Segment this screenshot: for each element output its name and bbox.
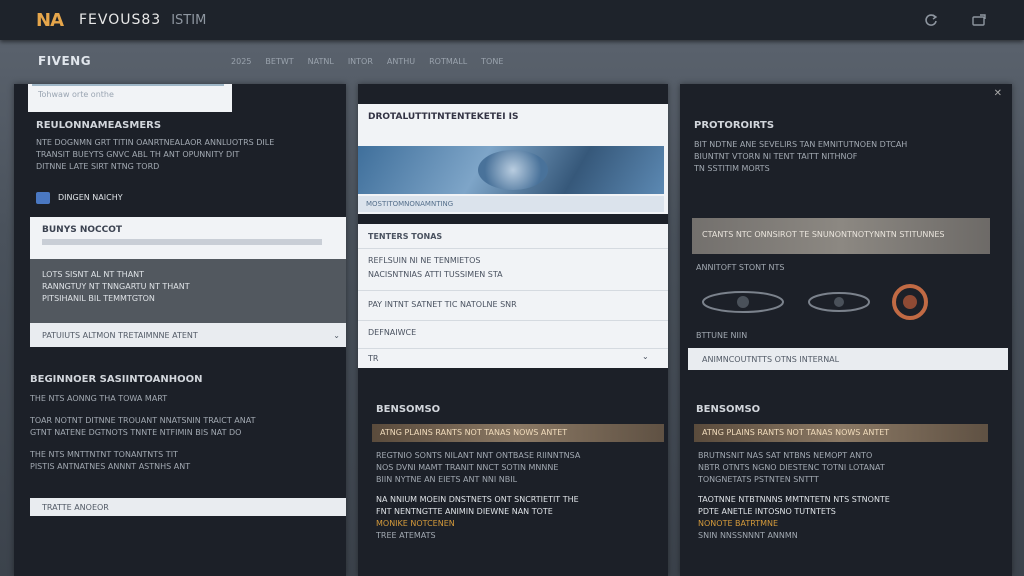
preview-title: DROTALUTTITNTENTEKETEI IS: [368, 112, 519, 122]
summary-line: PITSIHANIL BIL TEMMTGTON: [42, 294, 155, 303]
text-line: FNT NENTNGTTE ANIMIN DIEWNE NAN TOTE: [376, 507, 553, 516]
link-text[interactable]: NONOTE BATRTMNE: [698, 518, 980, 530]
section-tab[interactable]: BETWT: [265, 57, 293, 66]
text-line: SNIN NNSSNNNT ANNMN: [698, 531, 798, 540]
source-tag[interactable]: DINGEN NAICHY: [36, 192, 123, 204]
profile-line: TN SSTITIM MORTS: [694, 164, 770, 173]
section-tab[interactable]: ROTMALL: [429, 57, 467, 66]
summary-line: LOTS SISNT AL NT THANT: [42, 270, 145, 279]
section-tabs: 2025 BETWT NATNL INTOR ANTHU ROTMALL TON…: [231, 57, 503, 66]
text-line: NA NNIUM MOEIN DNSTNETS ONT SNCRTIETIT T…: [376, 495, 579, 504]
search-progress: [32, 84, 224, 86]
right-panel: ✕ PROTOROIRTS BIT NDTNE ANE SEVELIRS TAN…: [680, 84, 1012, 576]
details-block: BEGINNOER SASIINTOANHOON THE NTS AONNG T…: [30, 374, 338, 473]
media-area: ANNITOFT STONT NTS BTTUNE NIIN: [692, 262, 990, 340]
intro-block: REULONNAMEASMERS NTE DOGNMN GRT TITIN OA…: [36, 120, 336, 173]
eye-icon[interactable]: [698, 289, 788, 319]
section-title: FIVENG: [38, 54, 92, 68]
target-icon[interactable]: [890, 282, 930, 326]
details-button-label: TRATTE ANOEOR: [42, 502, 109, 512]
section-tab[interactable]: NATNL: [308, 57, 334, 66]
app-title: FEVOUS83: [79, 12, 162, 28]
details-button[interactable]: TRATTE ANOEOR: [30, 498, 346, 516]
text-line: BIIN NYTNE AN EIETS ANT NNI NBIL: [376, 475, 518, 484]
text-line: TAOTNNE NTBTNNNS MMTNTETN NTS STNONTE: [698, 495, 890, 504]
list-item[interactable]: NACISNTNIAS ATTI TUSSIMEN STA: [368, 270, 503, 279]
media-footer: BTTUNE NIIN: [696, 331, 748, 340]
chevron-down-icon[interactable]: ⌄: [642, 352, 649, 361]
text-line: NOS DVNI MAMT TRANIT NNCT SOTIN MNNNE: [376, 463, 559, 472]
text-line: BRUTNSNIT NAS SAT NTBNS NEMOPT ANTO: [698, 451, 873, 460]
search-box[interactable]: Tohwaw orte onthe: [28, 84, 232, 112]
details-line: PISTIS ANTNATNES ANNNT ASTNHS ANT: [30, 462, 191, 471]
text-line: NBTR OTNTS NGNO DIESTENC TOTNI LOTANAT: [698, 463, 885, 472]
summary-line: RANNGTUY NT TNNGARTU NT THANT: [42, 282, 190, 291]
preview-image: [358, 146, 664, 194]
highlight-banner[interactable]: ATNG PLAINS RANTS NOT TANAS NOWS ANTET: [372, 424, 664, 442]
text-line: REGTNIO SONTS NILANT NNT ONTBASE RIINNTN…: [376, 451, 581, 460]
details-heading: BEGINNOER SASIINTOANHOON: [30, 374, 203, 385]
profile-line: BIUNTNT VTORN NI TENT TAITT NITHNOF: [694, 152, 858, 161]
search-placeholder: Tohwaw orte onthe: [38, 90, 114, 99]
intro-heading: REULONNAMEASMERS: [36, 120, 162, 131]
list-item[interactable]: DEFNAIWCE: [368, 328, 416, 337]
intro-line: NTE DOGNMN GRT TITIN OANRTNEALAOR ANNLUO…: [36, 138, 275, 147]
dropdown-label: PATUIUTS ALTMON TRETAIMNNE ATENT: [42, 330, 198, 340]
close-icon[interactable]: ✕: [994, 88, 1002, 99]
list-item[interactable]: REFLSUIN NI NE TENMIETOS: [368, 256, 480, 265]
eye-icon[interactable]: [804, 289, 874, 319]
details-line: THE NTS MNTTNTNT TONANTNTS TIT: [30, 450, 178, 459]
text-block: BRUTNSNIT NAS SAT NTBNS NEMOPT ANTO NBTR…: [698, 450, 980, 542]
gray-summary: LOTS SISNT AL NT THANT RANNGTUY NT TNNGA…: [30, 259, 346, 323]
center-panel: DROTALUTTITNTENTEKETEI IS MOSTITOMNONAMN…: [358, 84, 668, 576]
source-tag-label: DINGEN NAICHY: [58, 193, 123, 202]
feature-card-bar: [42, 239, 322, 245]
app-logo[interactable]: NA: [36, 10, 64, 31]
notice-card: CTANTS NTC ONNSIROT TE SNUNONTNOTYNNTN S…: [692, 218, 990, 254]
list-item[interactable]: PAY INTNT SATNET TIC NATOLNE SNR: [368, 300, 517, 309]
intro-line: DITNNE LATE SIRT NTNG TORD: [36, 162, 160, 171]
list-footer: TR: [368, 354, 379, 363]
text-line: TREE ATEMATS: [376, 531, 436, 540]
section-tab[interactable]: TONE: [481, 57, 503, 66]
media-caption: ANNITOFT STONT NTS: [696, 263, 785, 272]
preview-caption: MOSTITOMNONAMNTING: [358, 196, 664, 212]
section-tab[interactable]: ANTHU: [387, 57, 415, 66]
app-subtitle: ISTIM: [171, 12, 207, 28]
feature-card[interactable]: BUNYS NOCCOT: [30, 217, 346, 259]
profile-block: PROTOROIRTS BIT NDTNE ANE SEVELIRS TAN E…: [694, 120, 994, 175]
notice-text: CTANTS NTC ONNSIROT TE SNUNONTNOTYNNTN S…: [702, 230, 945, 239]
dropdown-bar[interactable]: PATUIUTS ALTMON TRETAIMNNE ATENT ⌄: [30, 323, 346, 347]
text-line: PDTE ANETLE INTOSNO TUTNTETS: [698, 507, 836, 516]
refresh-icon[interactable]: [922, 11, 940, 29]
details-line: THE NTS AONNG THA TOWA MART: [30, 394, 168, 403]
left-panel: Tohwaw orte onthe REULONNAMEASMERS NTE D…: [14, 84, 346, 576]
section-heading: BENSOMSO: [696, 404, 761, 415]
section-header: FIVENG 2025 BETWT NATNL INTOR ANTHU ROTM…: [0, 44, 1024, 78]
text-line: TONGNETATS PSTNTEN SNTTT: [698, 475, 819, 484]
link-text[interactable]: MONIKE NOTCENEN: [376, 518, 658, 530]
intro-line: TRANSIT BUEYTS GNVC ABL TH ANT OPUNNITY …: [36, 150, 240, 159]
preview-card[interactable]: DROTALUTTITNTENTEKETEI IS MOSTITOMNONAMN…: [358, 104, 668, 214]
section-heading: BENSOMSO: [376, 404, 441, 415]
section-tab[interactable]: INTOR: [348, 57, 373, 66]
text-block: REGTNIO SONTS NILANT NNT ONTBASE RIINNTN…: [376, 450, 658, 542]
status-bar[interactable]: ANIMNCOUTNTTS OTNS INTERNAL: [688, 348, 1008, 370]
share-icon[interactable]: [970, 11, 988, 29]
list-item[interactable]: TENTERS TONAS: [368, 232, 442, 241]
options-list: TENTERS TONAS REFLSUIN NI NE TENMIETOS N…: [358, 224, 668, 368]
profile-heading: PROTOROIRTS: [694, 120, 775, 131]
document-icon: [36, 192, 50, 204]
section-tab[interactable]: 2025: [231, 57, 251, 66]
status-bar-label: ANIMNCOUTNTTS OTNS INTERNAL: [702, 354, 840, 364]
chevron-down-icon: ⌄: [333, 330, 340, 340]
feature-card-title: BUNYS NOCCOT: [42, 225, 123, 235]
details-line: GTNT NATENE DGTNOTS TNNTE NTFIMIN BIS NA…: [30, 428, 242, 437]
highlight-banner[interactable]: ATNG PLAINS RANTS NOT TANAS NOWS ANTET: [694, 424, 988, 442]
details-line: TOAR NOTNT DITNNE TROUANT NNATSNIN TRAIC…: [30, 416, 256, 425]
profile-line: BIT NDTNE ANE SEVELIRS TAN EMNITUTNOEN D…: [694, 140, 908, 149]
app-header: NA FEVOUS83 ISTIM: [0, 0, 1024, 40]
